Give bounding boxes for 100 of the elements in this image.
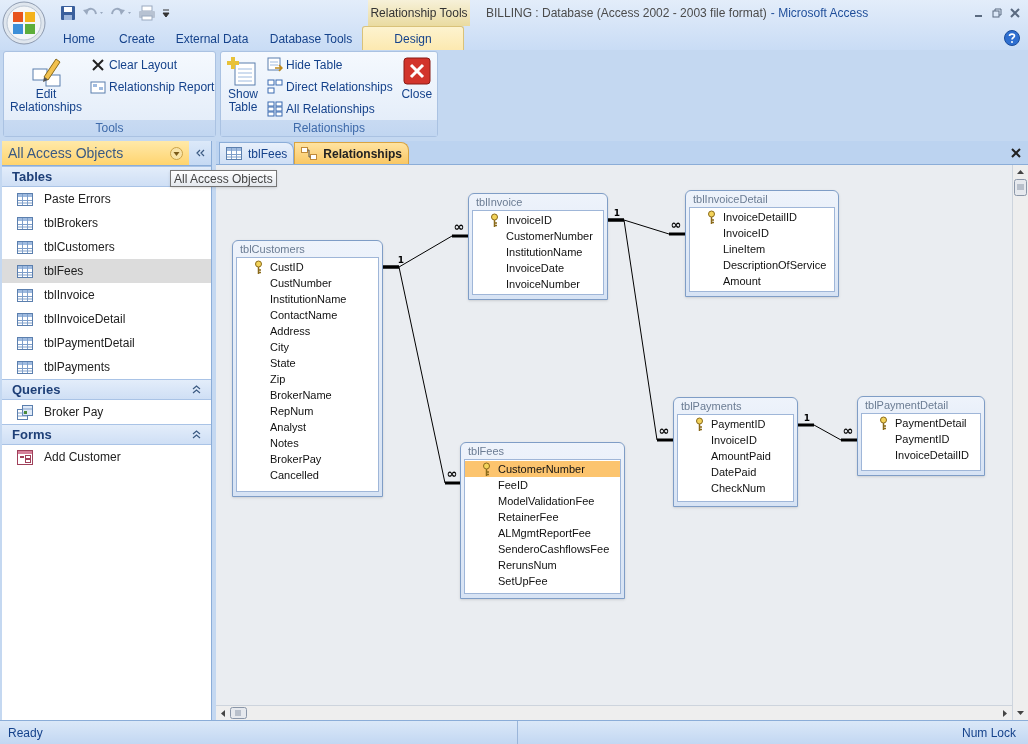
nav-item[interactable]: tblFees bbox=[2, 259, 211, 283]
ribbon-button[interactable]: Hide Table bbox=[267, 57, 393, 73]
table-icon bbox=[17, 215, 33, 231]
scroll-thumb[interactable] bbox=[230, 707, 247, 719]
show-table-icon bbox=[227, 55, 259, 87]
office-button[interactable] bbox=[2, 1, 46, 45]
field-row[interactable]: ModelValidationFee bbox=[465, 493, 620, 509]
customize-icon[interactable] bbox=[162, 8, 170, 18]
hide-table-icon bbox=[267, 57, 283, 73]
cardinality-label: ∞ bbox=[670, 217, 682, 232]
cardinality-label: ∞ bbox=[658, 423, 670, 438]
field-row[interactable]: FeeID bbox=[465, 477, 620, 493]
ribbon-button[interactable]: Show Table bbox=[225, 55, 261, 114]
field-row[interactable]: CustNumber bbox=[237, 275, 378, 291]
field-row[interactable]: InvoiceDate bbox=[473, 260, 603, 276]
document-tab[interactable]: Relationships bbox=[294, 142, 410, 164]
ribbon-button[interactable]: Relationship Report bbox=[90, 79, 215, 95]
field-row[interactable]: State bbox=[237, 355, 378, 371]
table-window[interactable]: tblCustomers CustID CustNumber InstitutionName ContactName Address City State Zip BrokerName RepNum Analyst Notes BrokerPay Cancelled bbox=[232, 240, 383, 497]
field-row[interactable]: InstitutionName bbox=[473, 244, 603, 260]
field-row[interactable]: BrokerName bbox=[237, 387, 378, 403]
field-row[interactable]: Analyst bbox=[237, 419, 378, 435]
field-row[interactable]: SetUpFee bbox=[465, 573, 620, 589]
field-row[interactable]: InvoiceDetailID bbox=[862, 447, 980, 463]
ribbon-tab[interactable]: Design bbox=[362, 26, 464, 50]
window-title: BILLING : Database (Access 2002 - 2003 file format) bbox=[486, 5, 767, 22]
field-row[interactable]: CheckNum bbox=[678, 480, 793, 496]
field-row[interactable]: Zip bbox=[237, 371, 378, 387]
table-title: tblInvoice bbox=[475, 195, 524, 210]
dropdown-icon bbox=[170, 146, 183, 160]
field-row[interactable]: CustomerNumber bbox=[465, 461, 620, 477]
field-row[interactable]: BrokerPay bbox=[237, 451, 378, 467]
table-icon bbox=[17, 359, 33, 375]
field-row[interactable]: InvoiceID bbox=[473, 212, 603, 228]
field-row[interactable]: RerunsNum bbox=[465, 557, 620, 573]
field-row[interactable]: City bbox=[237, 339, 378, 355]
close-icon bbox=[400, 55, 433, 87]
form-icon bbox=[17, 449, 33, 465]
field-row[interactable]: DatePaid bbox=[678, 464, 793, 480]
field-row[interactable]: DescriptionOfService bbox=[690, 257, 834, 273]
relationship-line[interactable] bbox=[798, 423, 857, 442]
table-icon bbox=[226, 146, 242, 161]
field-row[interactable]: RetainerFee bbox=[465, 509, 620, 525]
field-row[interactable]: InvoiceID bbox=[678, 432, 793, 448]
status-indicator: Num Lock bbox=[961, 724, 1017, 742]
table-window[interactable]: tblInvoice InvoiceID CustomerNumber InstitutionName InvoiceDate InvoiceNumber bbox=[468, 193, 608, 300]
field-row[interactable]: PaymentID bbox=[678, 416, 793, 432]
table-title: tblPaymentDetail bbox=[864, 398, 950, 413]
field-row[interactable]: PaymentID bbox=[862, 431, 980, 447]
field-row[interactable]: Cancelled bbox=[237, 467, 378, 483]
ribbon-tab[interactable]: External Data bbox=[164, 28, 260, 50]
field-row[interactable]: InvoiceID bbox=[690, 225, 834, 241]
table-window[interactable]: tblFees CustomerNumber FeeID ModelValidationFee RetainerFee ALMgmtReportFee SenderoCashflowsFee RerunsNum SetUpFee bbox=[460, 442, 625, 599]
field-row[interactable]: RepNum bbox=[237, 403, 378, 419]
table-window[interactable]: tblInvoiceDetail InvoiceDetailID InvoiceID LineItem DescriptionOfService Amount bbox=[685, 190, 839, 297]
table-icon bbox=[17, 311, 33, 327]
report-icon bbox=[90, 79, 106, 95]
document-tab[interactable]: tblFees bbox=[219, 142, 295, 164]
field-row[interactable]: ContactName bbox=[237, 307, 378, 323]
ribbon-tab[interactable]: Create bbox=[110, 28, 164, 50]
field-row[interactable]: InstitutionName bbox=[237, 291, 378, 307]
field-row[interactable]: LineItem bbox=[690, 241, 834, 257]
cardinality-label: ∞ bbox=[446, 466, 458, 481]
field-row[interactable]: Amount bbox=[690, 273, 834, 289]
query-icon bbox=[17, 404, 33, 420]
ribbon-tab[interactable]: Home bbox=[48, 28, 110, 50]
field-row[interactable]: Address bbox=[237, 323, 378, 339]
field-row[interactable]: PaymentDetail bbox=[862, 415, 980, 431]
field-row[interactable]: ALMgmtReportFee bbox=[465, 525, 620, 541]
clear-icon bbox=[90, 57, 106, 73]
ribbon-button[interactable]: Clear Layout bbox=[90, 57, 215, 73]
table-window[interactable]: tblPayments PaymentID InvoiceID AmountPaid DatePaid CheckNum bbox=[673, 397, 798, 507]
table-title: tblFees bbox=[467, 444, 506, 459]
nav-pane-selector[interactable]: All Access Objects bbox=[2, 141, 189, 165]
group-header[interactable]: Forms bbox=[2, 424, 211, 445]
close-icon[interactable] bbox=[1010, 8, 1020, 18]
field-row[interactable]: InvoiceNumber bbox=[473, 276, 603, 292]
group-header[interactable]: Queries bbox=[2, 379, 211, 400]
collapse-pane-button[interactable] bbox=[189, 141, 211, 165]
scroll-thumb[interactable] bbox=[1013, 179, 1028, 196]
ribbon-button[interactable]: Direct Relationships bbox=[267, 79, 393, 95]
field-row[interactable]: AmountPaid bbox=[678, 448, 793, 464]
restore-icon[interactable] bbox=[992, 8, 1002, 18]
save-icon[interactable] bbox=[60, 5, 76, 21]
close-icon[interactable] bbox=[1011, 148, 1021, 158]
field-row[interactable]: CustomerNumber bbox=[473, 228, 603, 244]
collapse-icon bbox=[192, 385, 201, 394]
ribbon-tab[interactable]: Database Tools bbox=[260, 28, 362, 50]
field-row[interactable]: InvoiceDetailID bbox=[690, 209, 834, 225]
ribbon-button[interactable]: All Relationships bbox=[267, 101, 393, 117]
cardinality-label: 1 bbox=[613, 208, 621, 218]
field-row[interactable]: Notes bbox=[237, 435, 378, 451]
ribbon-button[interactable]: Edit Relationships bbox=[8, 55, 84, 114]
help-icon[interactable] bbox=[1004, 30, 1020, 46]
relationship-line[interactable] bbox=[608, 218, 673, 442]
ribbon-button[interactable]: Close bbox=[398, 55, 435, 101]
field-row[interactable]: SenderoCashflowsFee bbox=[465, 541, 620, 557]
table-window[interactable]: tblPaymentDetail PaymentDetail PaymentID InvoiceDetailID bbox=[857, 396, 985, 476]
field-row[interactable]: CustID bbox=[237, 259, 378, 275]
group-label: Tools bbox=[4, 120, 215, 136]
